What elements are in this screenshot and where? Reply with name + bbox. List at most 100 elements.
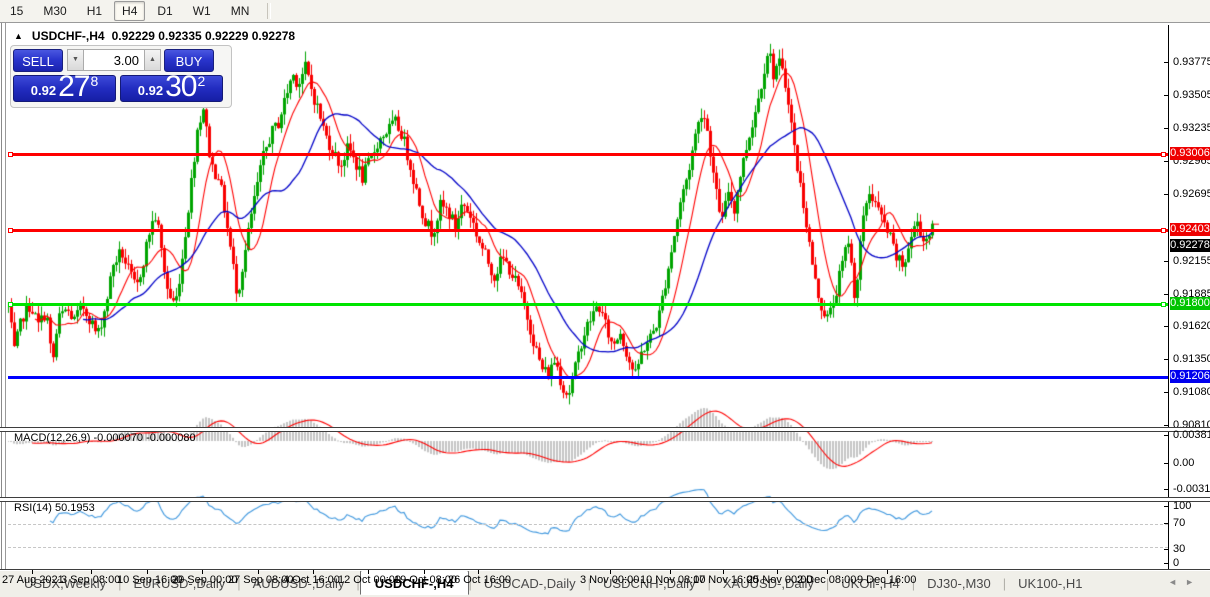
rsi-tick-label: 0 <box>1173 557 1180 569</box>
date-tick-label: 3 Nov 00:00 <box>580 574 640 586</box>
rsi-tick-label: 100 <box>1173 500 1192 512</box>
price-tick-label: 0.93505 <box>1173 89 1210 101</box>
timeframe-button-h4[interactable]: H4 <box>114 1 146 21</box>
date-tick-mark <box>610 570 611 574</box>
price-badge-0.92403: 0.92403 <box>1170 223 1210 236</box>
date-tick-mark <box>670 570 671 574</box>
macd-tick-mark <box>1164 463 1168 464</box>
date-tick-mark <box>313 570 314 574</box>
date-tick-label: 27 Aug 2021 <box>2 574 64 586</box>
buy-button[interactable]: BUY <box>164 48 214 72</box>
rsi-tick-mark <box>1164 563 1168 564</box>
buy-price-pip: 2 <box>197 73 206 89</box>
price-tick-mark <box>1164 95 1168 96</box>
resistance-line-0.92403[interactable] <box>8 228 1168 233</box>
one-click-trading-panel: SELL ▼ ▲ BUY 0.92 27 8 0.92 30 2 <box>10 45 232 108</box>
timeframe-button-w1[interactable]: W1 <box>185 1 219 21</box>
sell-price-prefix: 0.92 <box>30 83 57 98</box>
date-tick-label: 3 Sep 08:00 <box>61 574 121 586</box>
volume-stepper: ▼ ▲ <box>67 49 161 71</box>
chart-symbol-title: USDCHF-,H4 <box>31 29 105 43</box>
date-tick-mark <box>32 570 33 574</box>
rsi-level-line <box>8 524 1168 525</box>
timeframe-button-mn[interactable]: MN <box>223 1 258 21</box>
timeframe-toolbar: 15 M30 H1 H4 D1 W1 MN <box>0 0 1210 23</box>
price-tick-mark <box>1164 128 1168 129</box>
price-tick-mark <box>1164 392 1168 393</box>
rsi-level-line <box>8 547 1168 548</box>
line-handle-left[interactable] <box>8 152 13 157</box>
tab-dj30-m30[interactable]: DJ30-,M30 <box>915 573 1003 594</box>
date-tick-label: 4 Oct 16:00 <box>283 574 340 586</box>
timeframe-button-m30[interactable]: M30 <box>35 1 74 21</box>
date-tick-mark <box>478 570 479 574</box>
resistance-line-0.93006[interactable] <box>8 152 1168 157</box>
buy-price-main: 30 <box>165 70 197 103</box>
price-badge-0.92278: 0.92278 <box>1170 239 1210 252</box>
price-tick-mark <box>1164 326 1168 327</box>
timeframe-button-h1[interactable]: H1 <box>79 1 110 21</box>
panel-collapse-icon[interactable]: ▲ <box>14 31 23 41</box>
rsi-tick-label: 30 <box>1173 543 1186 555</box>
date-tick-mark <box>91 570 92 574</box>
price-badge-0.93006: 0.93006 <box>1170 147 1210 160</box>
line-handle-right[interactable] <box>1161 152 1166 157</box>
price-tick-label: 0.91080 <box>1173 386 1210 398</box>
macd-tick-mark <box>1164 489 1168 490</box>
sell-price-pip: 8 <box>90 73 99 89</box>
macd-indicator-label: MACD(12,26,9) -0.000070 -0.000080 <box>14 432 196 444</box>
support-line-0.91800[interactable] <box>8 302 1168 307</box>
date-tick-mark <box>202 570 203 574</box>
rsi-tick-mark <box>1164 549 1168 550</box>
sell-price-main: 27 <box>58 70 90 103</box>
volume-increase-icon[interactable]: ▲ <box>144 49 161 71</box>
line-handle-right[interactable] <box>1161 302 1166 307</box>
macd-tick-label: -0.003115 <box>1173 483 1210 495</box>
date-tick-mark <box>723 570 724 574</box>
rsi-tick-label: 70 <box>1173 517 1186 529</box>
volume-input[interactable] <box>84 49 144 71</box>
date-tick-mark <box>827 570 828 574</box>
date-tick-label: 9 Dec 16:00 <box>857 574 917 586</box>
line-handle-left[interactable] <box>8 228 13 233</box>
support-line-0.91206[interactable] <box>8 376 1168 379</box>
price-tick-label: 0.93775 <box>1173 56 1210 68</box>
buy-price-prefix: 0.92 <box>137 83 164 98</box>
date-tick-label: 12 Oct 00:00 <box>338 574 401 586</box>
pane-separator-rsi[interactable] <box>0 497 1210 502</box>
price-tick-mark <box>1164 294 1168 295</box>
date-tick-label: 26 Oct 16:00 <box>448 574 511 586</box>
price-tick-mark <box>1164 425 1168 426</box>
timeframe-button-d1[interactable]: D1 <box>149 1 180 21</box>
macd-tick-label: 0.003811 <box>1173 429 1210 441</box>
tab-scroll-left-icon[interactable]: ◄ <box>1168 577 1185 587</box>
sell-button[interactable]: SELL <box>13 48 63 72</box>
chart-title-row: ▲ USDCHF-,H4 0.92229 0.92335 0.92229 0.9… <box>14 29 295 43</box>
price-tick-label: 0.91620 <box>1173 320 1210 332</box>
date-tick-mark <box>368 570 369 574</box>
timeframe-button-15[interactable]: 15 <box>2 1 31 21</box>
chart-window: ▲ USDCHF-,H4 0.92229 0.92335 0.92229 0.9… <box>0 22 1210 586</box>
price-tick-label: 0.91350 <box>1173 353 1210 365</box>
line-handle-left[interactable] <box>8 302 13 307</box>
timeframe-buttons: 15 M30 H1 H4 D1 W1 MN <box>0 1 259 21</box>
rsi-indicator-label: RSI(14) 50.1953 <box>14 502 95 514</box>
price-tick-mark <box>1164 161 1168 162</box>
tab-scroll-right-icon[interactable]: ► <box>1185 577 1202 587</box>
buy-price-box[interactable]: 0.92 30 2 <box>120 70 223 103</box>
price-tick-label: 0.92155 <box>1173 255 1210 267</box>
mt4-terminal: { "toolbar": { "timeframes": [ {"label":… <box>0 0 1210 597</box>
macd-tick-label: 0.00 <box>1173 457 1195 469</box>
price-tick-mark <box>1164 261 1168 262</box>
tab-scroll-arrows: ◄► <box>1168 577 1202 587</box>
macd-tick-mark <box>1164 435 1168 436</box>
date-tick-mark <box>887 570 888 574</box>
price-badge-0.91206: 0.91206 <box>1170 370 1210 383</box>
rsi-tick-mark <box>1164 506 1168 507</box>
tab-uk100-h1[interactable]: UK100-,H1 <box>1006 573 1094 594</box>
volume-decrease-icon[interactable]: ▼ <box>67 49 84 71</box>
sell-price-box[interactable]: 0.92 27 8 <box>13 70 116 103</box>
price-tick-label: 0.93235 <box>1173 122 1210 134</box>
price-tick-mark <box>1164 359 1168 360</box>
line-handle-right[interactable] <box>1161 228 1166 233</box>
